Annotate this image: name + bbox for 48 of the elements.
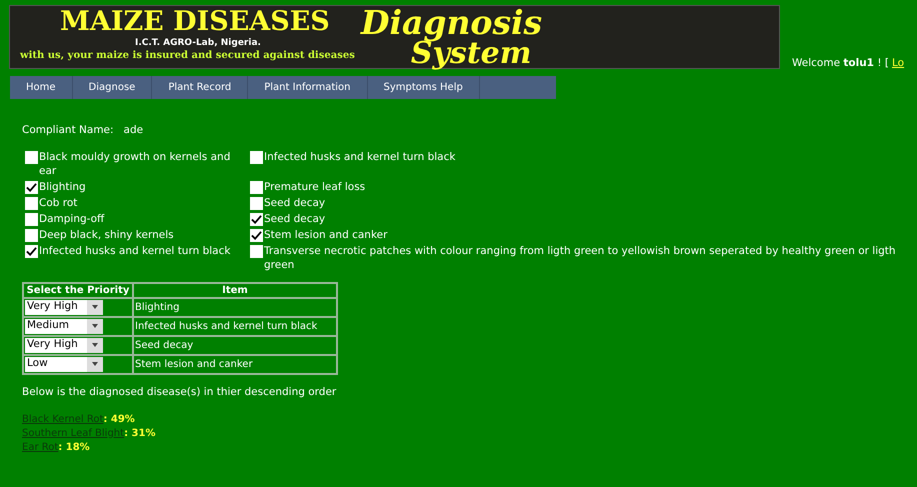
checkbox[interactable] — [250, 212, 263, 226]
symptom-label: Blighting — [39, 180, 86, 194]
disease-percent: : 18% — [58, 440, 90, 454]
table-cell: Seed decay — [133, 336, 337, 355]
results-intro: Below is the diagnosed disease(s) in thier descending order — [22, 384, 338, 400]
checkbox[interactable] — [250, 196, 263, 210]
table-cell: Blighting — [133, 298, 337, 317]
nav-item[interactable]: Home — [10, 76, 73, 99]
checkbox[interactable] — [25, 180, 38, 194]
nav-item[interactable]: Diagnose — [72, 76, 152, 99]
banner-title: MAIZE DISEASES — [60, 7, 331, 37]
complainant-label: Compliant Name: — [22, 123, 114, 138]
checkbox[interactable] — [25, 244, 38, 258]
column-header: Select the Priority — [23, 282, 133, 298]
checkbox[interactable] — [250, 180, 263, 194]
symptom-label: Seed decay — [264, 212, 326, 226]
banner-subtitle: I.C.T. AGRO-Lab, Nigeria. — [135, 37, 262, 49]
symptom-label: Seed decay — [264, 196, 326, 210]
checkbox[interactable] — [25, 228, 38, 242]
symptom-label: Black mouldy growth on kernels and ear — [39, 150, 232, 178]
table-cell: Infected husks and kernel turn black — [133, 316, 337, 336]
table-cell: Stem lesion and canker — [133, 354, 337, 374]
nav-item[interactable]: Plant Record — [152, 76, 248, 99]
banner-script-subtitle: System — [410, 40, 532, 68]
symptom-label: Deep black, shiny kernels — [39, 228, 174, 242]
symptom-label: Infected husks and kernel turn black — [264, 150, 456, 164]
checkbox[interactable] — [250, 228, 263, 242]
checkbox[interactable] — [250, 244, 263, 258]
symptom-label: Infected husks and kernel turn black — [39, 244, 230, 258]
banner-tagline: with us, your maize is insured and secured against diseases — [20, 49, 355, 63]
disease-percent: : 31% — [124, 426, 156, 440]
welcome-text: Welcome tolu1 ! [ — [792, 56, 889, 72]
nav-item[interactable]: Plant Information — [248, 76, 368, 99]
checkbox[interactable] — [25, 196, 38, 210]
symptom-label: Stem lesion and canker — [264, 228, 388, 242]
symptom-label: Transverse necrotic patches with colour ranging from ligth green to yellowish brown seperated by healthy green or ligth green — [264, 244, 897, 272]
symptom-label: Damping-off — [39, 212, 104, 226]
complainant-name: ade — [124, 123, 144, 138]
nav-item[interactable]: Symptoms Help — [368, 76, 480, 99]
logout-link[interactable]: Lo — [892, 56, 904, 72]
disease-percent: : 49% — [103, 412, 135, 426]
checkbox[interactable] — [250, 150, 263, 164]
checkbox[interactable] — [25, 150, 38, 164]
banner-script-title: Diagnosis — [360, 6, 542, 40]
symptom-label: Cob rot — [39, 196, 78, 210]
column-header: Item — [133, 282, 337, 298]
checkbox[interactable] — [25, 212, 38, 226]
symptom-label: Premature leaf loss — [264, 180, 366, 194]
